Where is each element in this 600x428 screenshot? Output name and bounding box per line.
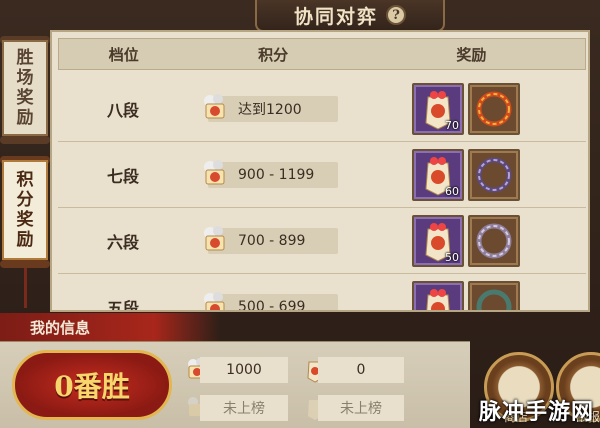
ring-frame-icon xyxy=(476,289,512,310)
reward-item-ticket[interactable]: 60 xyxy=(412,149,464,201)
reward-item-frame[interactable] xyxy=(468,215,520,267)
rank-status: 未上榜 xyxy=(318,395,404,421)
tab-char: 奖 xyxy=(16,88,34,108)
scroll-rod-bottom xyxy=(0,260,50,268)
tab-char: 积 xyxy=(16,170,34,190)
tab-score-rewards[interactable]: 积 分 奖 励 xyxy=(2,160,48,260)
table-header: 档位 积分 奖励 xyxy=(58,38,586,70)
tab-char: 胜 xyxy=(16,48,34,68)
rank-label: 七段 xyxy=(106,167,139,186)
reward-count: 70 xyxy=(445,119,459,132)
ring-frame-icon xyxy=(476,157,512,193)
help-button[interactable]: ? xyxy=(386,5,406,25)
tab-char: 励 xyxy=(16,230,34,250)
tab-win-rewards[interactable]: 胜 场 奖 励 xyxy=(2,40,48,136)
reward-item-frame[interactable] xyxy=(468,149,520,201)
rank-label: 六段 xyxy=(106,233,139,252)
table-row: 六段 700 - 899 50 xyxy=(58,208,586,274)
ring-frame-icon xyxy=(476,223,512,259)
page-title: 协同对弈 xyxy=(293,5,378,28)
tab-char: 场 xyxy=(16,68,34,88)
ticket-icon xyxy=(426,289,450,310)
reward-item-frame[interactable] xyxy=(468,83,520,135)
rank-label: 五段 xyxy=(106,299,139,312)
header-reward: 奖励 xyxy=(456,45,487,64)
reward-item-ticket[interactable]: 70 xyxy=(412,83,464,135)
rank-label: 八段 xyxy=(106,101,139,120)
table-row: 七段 900 - 1199 60 xyxy=(58,142,586,208)
game-screen: 协同对弈 ? 胜 场 奖 励 积 分 奖 励 档位 积分 奖励 八段 达到120… xyxy=(0,0,600,428)
score-token-icon xyxy=(204,160,225,185)
reward-count: 50 xyxy=(445,251,459,264)
reward-item-ticket[interactable]: 50 xyxy=(412,215,464,267)
header-rank: 档位 xyxy=(108,45,139,64)
my-ticket-count: 0 xyxy=(318,357,404,383)
reward-item-frame[interactable] xyxy=(468,281,520,310)
rank-status: 未上榜 xyxy=(200,395,288,421)
score-token-icon xyxy=(204,94,225,119)
reward-item-ticket[interactable] xyxy=(412,281,464,310)
tassel-decoration xyxy=(24,268,27,308)
watermark: 脉冲手游网 xyxy=(478,400,594,425)
tab-char: 分 xyxy=(16,190,34,210)
score-token-icon xyxy=(204,292,225,310)
title-banner: 协同对弈 ? xyxy=(255,0,445,32)
reward-table: 档位 积分 奖励 八段 达到1200 70 七段 900 - 1199 60 六… xyxy=(50,30,590,312)
scroll-rod xyxy=(0,136,50,144)
my-info-header: 我的信息 xyxy=(0,313,220,341)
tab-char: 励 xyxy=(16,108,34,128)
reward-count: 60 xyxy=(445,185,459,198)
table-row: 五段 500 - 699 xyxy=(58,274,586,312)
my-score: 1000 xyxy=(200,357,288,383)
ring-frame-icon xyxy=(476,91,512,127)
win-count-badge: 0番胜 xyxy=(12,350,172,420)
tab-char: 奖 xyxy=(16,210,34,230)
header-score: 积分 xyxy=(258,45,289,64)
table-row: 八段 达到1200 70 xyxy=(58,76,586,142)
score-token-icon xyxy=(204,226,225,251)
